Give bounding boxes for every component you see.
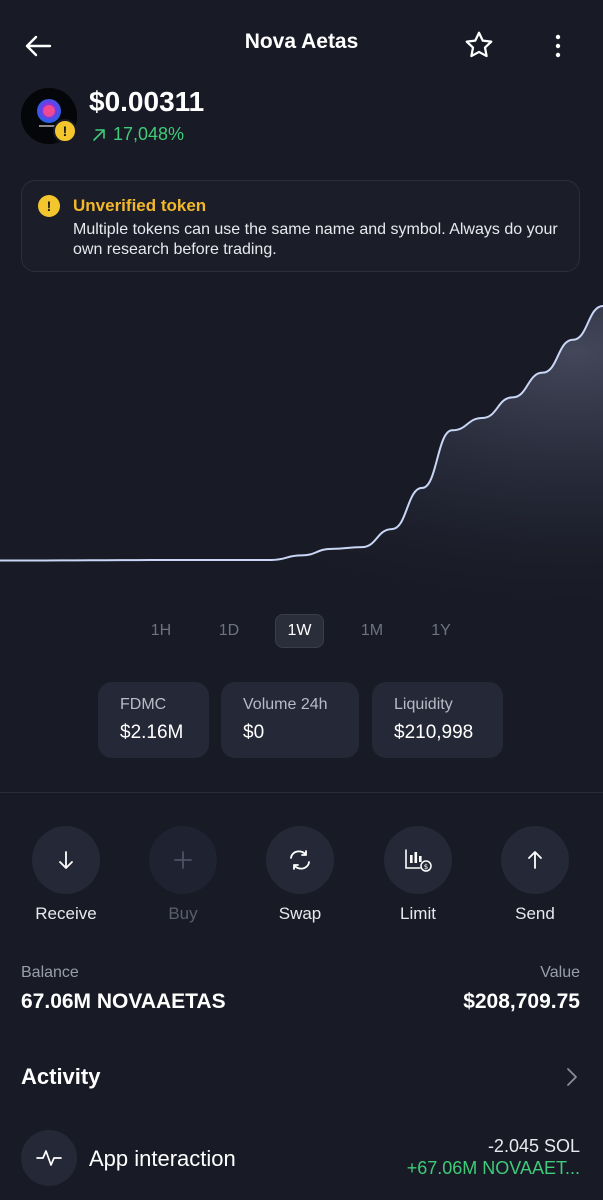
price-chart[interactable] — [0, 270, 603, 610]
timeframe-1w[interactable]: 1W — [275, 614, 324, 648]
stat-value: $210,998 — [394, 722, 474, 743]
swap-label: Swap — [278, 904, 322, 923]
value-label: Value — [540, 964, 580, 981]
stat-label: FDMC — [120, 696, 167, 713]
token-price: $0.00311 — [89, 86, 205, 117]
activity-more-button[interactable] — [560, 1064, 584, 1090]
price-change: 17,048% — [91, 124, 184, 145]
stat-value: $2.16M — [120, 722, 184, 743]
send-button[interactable] — [501, 826, 569, 894]
activity-title: Activity — [21, 1064, 101, 1089]
pulse-icon — [36, 1150, 62, 1166]
value-amount: $208,709.75 — [463, 990, 580, 1013]
timeframe-1m[interactable]: 1M — [350, 614, 394, 648]
receive-button[interactable] — [32, 826, 100, 894]
stat-label: Liquidity — [394, 696, 453, 713]
limit-label: Limit — [400, 904, 436, 923]
arrow-down-icon — [59, 851, 73, 869]
chart-area — [0, 306, 603, 610]
limit-order-icon: $ — [405, 849, 432, 872]
warning-icon: ! — [38, 195, 60, 217]
swap-icon — [290, 850, 310, 870]
swap-button[interactable] — [266, 826, 334, 894]
buy-button[interactable] — [149, 826, 217, 894]
favorite-button[interactable] — [458, 24, 500, 66]
more-vertical-icon — [555, 34, 561, 58]
stat-liquidity: Liquidity $210,998 — [372, 682, 503, 758]
more-options-button[interactable] — [538, 26, 578, 66]
limit-button[interactable]: $ — [384, 826, 452, 894]
divider — [0, 792, 603, 793]
stat-fdmc: FDMC $2.16M — [98, 682, 209, 758]
activity-item-icon — [21, 1130, 77, 1186]
timeframe-1y[interactable]: 1Y — [420, 614, 462, 648]
warning-title: Unverified token — [73, 196, 207, 215]
plus-icon — [174, 851, 192, 869]
balance-value: 67.06M NOVAAETAS — [21, 990, 226, 1013]
stat-volume: Volume 24h $0 — [221, 682, 359, 758]
activity-item-amount-in: +67.06M NOVAAET... — [406, 1158, 580, 1178]
send-label: Send — [515, 904, 555, 923]
arrow-up-right-icon — [93, 128, 105, 141]
receive-label: Receive — [35, 904, 97, 923]
stat-value: $0 — [243, 722, 265, 743]
svg-text:$: $ — [424, 863, 428, 871]
warning-badge-icon: ! — [53, 119, 77, 143]
stat-label: Volume 24h — [243, 696, 328, 713]
price-change-value: 17,048% — [113, 124, 185, 144]
arrow-up-icon — [528, 851, 542, 869]
chevron-right-icon — [567, 1068, 577, 1086]
buy-label: Buy — [168, 904, 198, 923]
timeframe-1d[interactable]: 1D — [208, 614, 250, 648]
timeframe-1h[interactable]: 1H — [140, 614, 182, 648]
star-icon — [465, 31, 493, 58]
activity-item-amount-out: -2.045 SOL — [487, 1136, 580, 1156]
warning-text: Multiple tokens can use the same name an… — [73, 221, 558, 258]
page-title: Nova Aetas — [244, 30, 359, 53]
activity-item-title[interactable]: App interaction — [89, 1146, 236, 1172]
balance-label: Balance — [21, 964, 79, 981]
